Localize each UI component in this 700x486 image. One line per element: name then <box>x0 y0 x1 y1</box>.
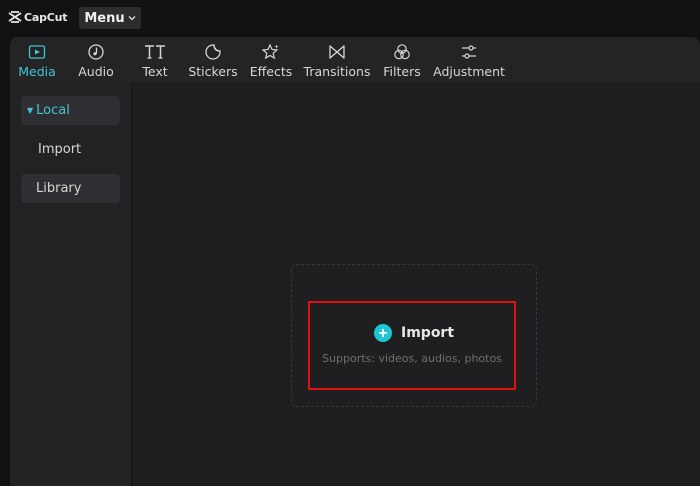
caret-down-icon: ▼ <box>27 106 34 115</box>
import-label: Import <box>401 325 455 341</box>
capcut-logo: CapCut <box>8 10 68 24</box>
chevron-down-icon <box>128 16 136 21</box>
tab-filters[interactable]: Filters <box>383 37 421 82</box>
tab-media-label: Media <box>18 64 56 79</box>
media-icon <box>28 45 46 59</box>
tab-effects-label: Effects <box>249 64 293 79</box>
sidebar-item-import[interactable]: Import <box>21 135 120 164</box>
asset-toolbar: Media Audio Text Stickers Effects Transi… <box>10 37 700 82</box>
filters-icon <box>394 44 410 60</box>
supported-formats-text: Supports: videos, audios, photos <box>322 352 502 365</box>
brand-name: CapCut <box>24 10 68 24</box>
effects-icon <box>262 43 279 60</box>
sidebar-item-label: Import <box>38 142 82 157</box>
text-icon <box>145 45 165 59</box>
tab-media[interactable]: Media <box>18 37 56 82</box>
tab-transitions-label: Transitions <box>303 64 371 79</box>
sidebar-item-label: Local <box>36 103 70 118</box>
tab-stickers-label: Stickers <box>188 64 238 79</box>
title-bar: CapCut Menu <box>0 0 700 37</box>
menu-button-label: Menu <box>84 10 125 26</box>
tab-filters-label: Filters <box>383 64 421 79</box>
menu-button[interactable]: Menu <box>79 7 141 29</box>
tab-audio[interactable]: Audio <box>78 37 114 82</box>
capcut-logo-icon <box>8 11 22 23</box>
highlight-box <box>308 301 516 390</box>
sidebar-item-local[interactable]: ▼ Local <box>21 96 120 125</box>
tab-adjustment[interactable]: Adjustment <box>433 37 505 82</box>
plus-icon <box>374 324 392 342</box>
media-content-area: Import Supports: videos, audios, photos <box>133 82 700 486</box>
stickers-icon <box>205 44 221 60</box>
tab-stickers[interactable]: Stickers <box>188 37 238 82</box>
media-sidebar: ▼ Local Import Library <box>10 82 132 486</box>
tab-text[interactable]: Text <box>140 37 170 82</box>
tab-effects[interactable]: Effects <box>250 37 292 82</box>
media-panel: Media Audio Text Stickers Effects Transi… <box>10 37 700 486</box>
transitions-icon <box>329 45 345 59</box>
import-button[interactable]: Import <box>374 324 454 342</box>
sidebar-item-label: Library <box>36 181 82 196</box>
tab-audio-label: Audio <box>78 64 114 79</box>
tab-transitions[interactable]: Transitions <box>303 37 371 82</box>
adjustment-icon <box>462 45 476 59</box>
tab-adjustment-label: Adjustment <box>433 64 505 79</box>
tab-text-label: Text <box>142 64 168 79</box>
sidebar-item-library[interactable]: Library <box>21 174 120 203</box>
audio-icon <box>88 44 104 60</box>
